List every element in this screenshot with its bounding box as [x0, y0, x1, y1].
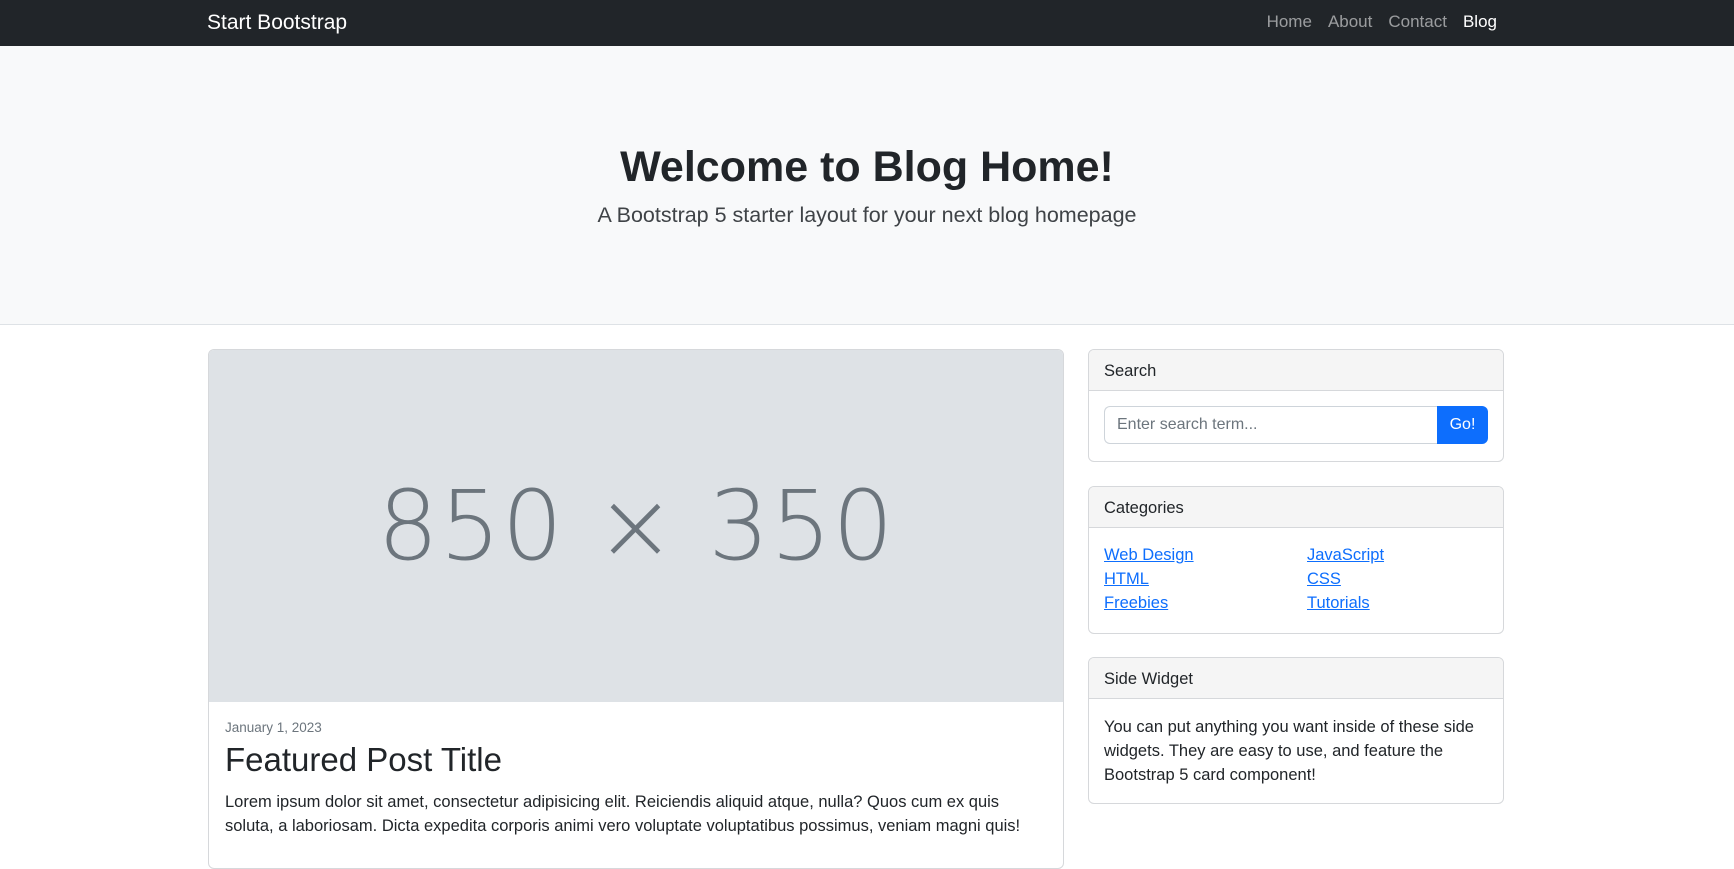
category-link-css[interactable]: CSS — [1307, 567, 1488, 591]
nav-link-about[interactable]: About — [1328, 9, 1372, 35]
side-widget: Side Widget You can put anything you wan… — [1088, 657, 1504, 804]
post-excerpt: Lorem ipsum dolor sit amet, consectetur … — [225, 792, 1021, 835]
category-link-html[interactable]: HTML — [1104, 567, 1307, 591]
search-go-button[interactable]: Go! — [1437, 406, 1488, 444]
category-link-freebies[interactable]: Freebies — [1104, 591, 1307, 615]
hero-title: Welcome to Blog Home! — [620, 143, 1114, 191]
nav-link-home[interactable]: Home — [1267, 9, 1312, 35]
brand-link[interactable]: Start Bootstrap — [207, 7, 347, 39]
side-widget-text: You can put anything you want inside of … — [1104, 718, 1474, 784]
nav-link-blog[interactable]: Blog — [1463, 9, 1497, 35]
featured-post-body: January 1, 2023 Featured Post Title Lore… — [209, 702, 1063, 854]
search-widget: Search Go! — [1088, 349, 1504, 462]
post-date: January 1, 2023 — [225, 720, 322, 735]
hero-subtitle: A Bootstrap 5 starter layout for your ne… — [597, 203, 1137, 227]
navbar: Start Bootstrap Home About Contact Blog — [0, 0, 1734, 46]
nav-link-contact[interactable]: Contact — [1388, 9, 1447, 35]
category-link-tutorials[interactable]: Tutorials — [1307, 591, 1488, 615]
category-link-javascript[interactable]: JavaScript — [1307, 543, 1488, 567]
categories-list: Web Design JavaScript HTML CSS Freebies … — [1104, 543, 1488, 615]
search-widget-header: Search — [1089, 350, 1503, 391]
search-input-group: Go! — [1104, 406, 1488, 444]
post-title: Featured Post Title — [225, 741, 502, 779]
hero-header: Welcome to Blog Home! A Bootstrap 5 star… — [0, 46, 1734, 325]
side-widget-header: Side Widget — [1089, 658, 1503, 699]
search-input[interactable] — [1104, 406, 1437, 444]
category-link-web-design[interactable]: Web Design — [1104, 543, 1307, 567]
featured-post-image[interactable]: 850 × 350 — [209, 350, 1063, 702]
featured-post-card: 850 × 350 January 1, 2023 Featured Post … — [208, 349, 1064, 869]
categories-widget-header: Categories — [1089, 487, 1503, 528]
categories-widget: Categories Web Design JavaScript HTML CS… — [1088, 486, 1504, 634]
nav-links: Home About Contact Blog — [1267, 9, 1497, 35]
